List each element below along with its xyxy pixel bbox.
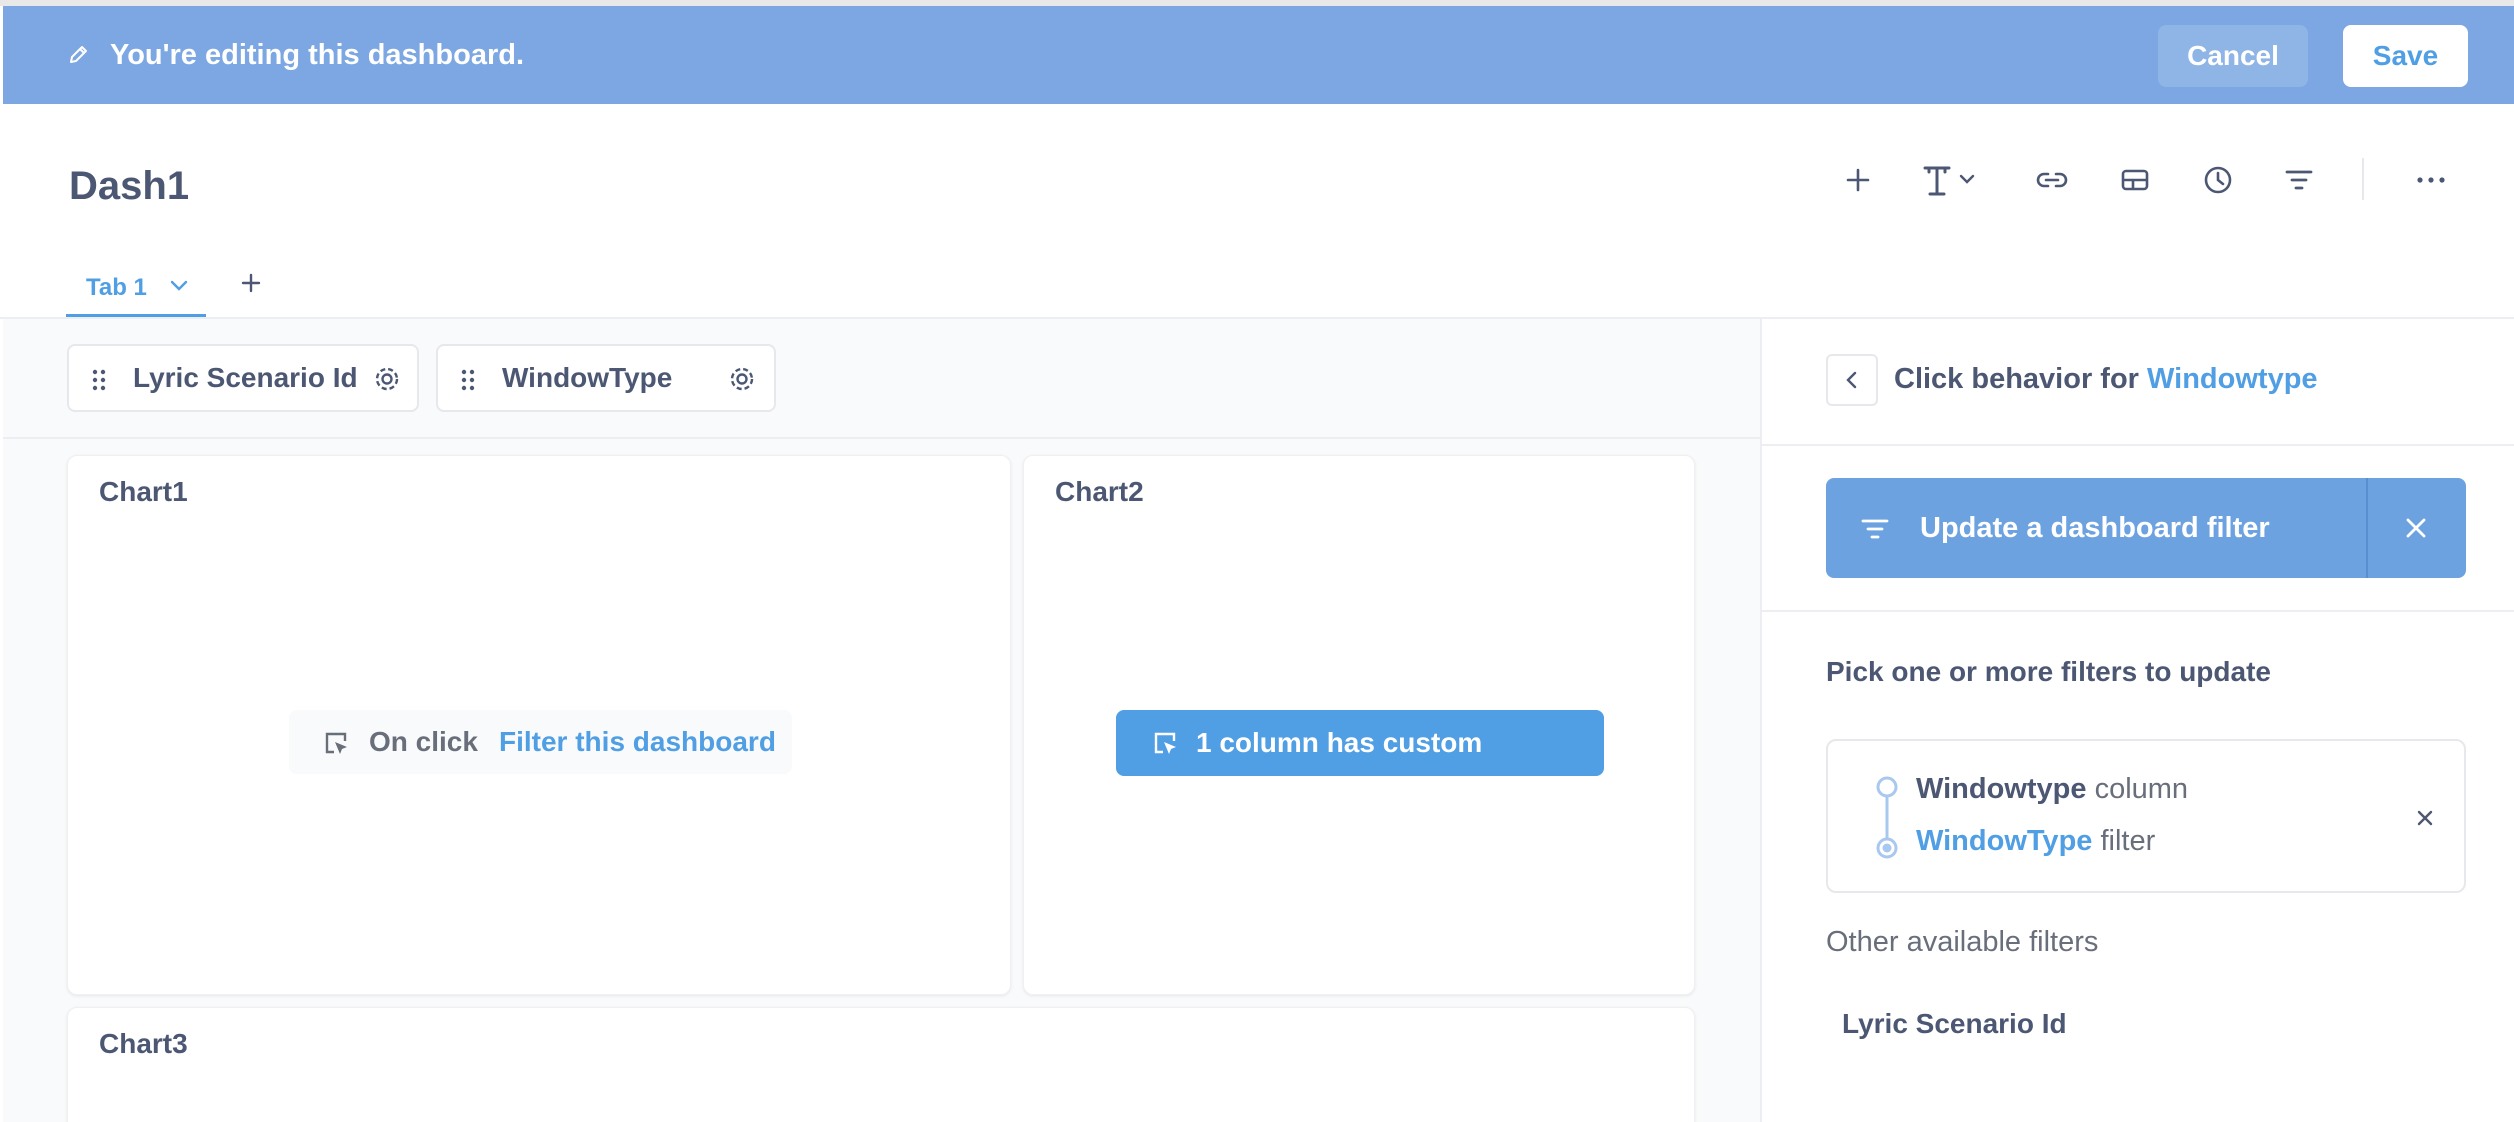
filter-mapping-card[interactable]: Windowtype column WindowType filter [1826, 739, 2466, 893]
filter-icon [1860, 516, 1890, 542]
text-icon[interactable] [1916, 158, 1992, 202]
custom-behavior-badge[interactable]: 1 column has custom behavior [1116, 710, 1604, 824]
custom-behavior-label: 1 column has custom behavior [1196, 727, 1483, 824]
cursor-click-icon [1152, 730, 1178, 756]
dashcard-chart1[interactable]: Chart1 On click Filter this dashboard [67, 455, 1011, 995]
add-tab-button[interactable] [236, 268, 266, 298]
filter-bar-divider [3, 437, 1760, 439]
mapping-connector-icon [1872, 775, 1902, 861]
gear-icon[interactable] [371, 363, 403, 395]
sidebar-divider [1762, 444, 2514, 446]
other-filters-heading: Other available filters [1826, 926, 2099, 958]
more-icon[interactable] [2409, 158, 2453, 202]
card-title: Chart1 [99, 476, 188, 507]
chevron-left-icon [1846, 371, 1857, 389]
filter-icon[interactable] [2277, 158, 2321, 202]
onclick-value: Filter this dashboard [499, 726, 776, 757]
toolbar-divider [2362, 158, 2364, 200]
clock-icon[interactable] [2196, 158, 2240, 202]
link-icon[interactable] [2030, 158, 2074, 202]
mapping-target: WindowType filter [1916, 825, 2155, 858]
filter-label: Lyric Scenario Id [133, 362, 358, 393]
card-title: Chart2 [1055, 476, 1144, 507]
section-icon[interactable] [2113, 158, 2157, 202]
mapping-source: Windowtype column [1916, 773, 2188, 806]
cancel-button[interactable]: Cancel [2158, 25, 2308, 87]
filter-label: WindowType [502, 362, 673, 393]
gear-icon[interactable] [726, 363, 758, 395]
sidebar-title: Click behavior for Windowtype [1894, 363, 2318, 396]
edit-mode-message: You're editing this dashboard. [110, 39, 525, 71]
dashboard-title[interactable]: Dash1 [69, 164, 189, 209]
plus-icon[interactable] [1836, 158, 1880, 202]
source-suffix: column [2086, 773, 2189, 805]
edit-mode-banner: You're editing this dashboard. Cancel Sa… [3, 6, 2514, 104]
action-label: Update a dashboard filter [1920, 512, 2270, 544]
onclick-label: On click [369, 726, 478, 757]
sidebar-title-column: Windowtype [2147, 363, 2318, 395]
filter-lyric-scenario-id[interactable]: Lyric Scenario Id [67, 344, 419, 412]
available-filter-item[interactable]: Lyric Scenario Id [1842, 1008, 2067, 1040]
target-filter-name: WindowType [1916, 825, 2093, 857]
drag-handle-icon[interactable] [460, 368, 476, 392]
chevron-down-icon[interactable] [168, 274, 190, 296]
action-divider [2366, 478, 2368, 578]
sidebar-divider [1762, 610, 2514, 612]
pencil-icon [67, 44, 89, 66]
dashcard-chart3[interactable]: Chart3 [67, 1007, 1695, 1122]
source-column-name: Windowtype [1916, 773, 2087, 805]
save-button[interactable]: Save [2343, 25, 2468, 87]
pick-filters-heading: Pick one or more filters to update [1826, 656, 2271, 687]
selected-action-button[interactable]: Update a dashboard filter [1826, 478, 2466, 578]
sidebar-title-prefix: Click behavior for [1894, 363, 2139, 395]
remove-mapping-icon[interactable] [2412, 805, 2438, 831]
dashcard-chart2[interactable]: Chart2 1 column has custom behavior [1023, 455, 1695, 995]
target-suffix: filter [2092, 825, 2156, 857]
back-button[interactable] [1826, 354, 1878, 406]
tab-1[interactable]: Tab 1 [66, 262, 206, 318]
card-title: Chart3 [99, 1028, 188, 1059]
close-icon[interactable] [2398, 510, 2434, 546]
cursor-click-icon [323, 730, 349, 756]
tab-label: Tab 1 [86, 274, 147, 301]
click-behavior-sidebar: Click behavior for Windowtype Update a d… [1760, 319, 2514, 1122]
drag-handle-icon[interactable] [91, 368, 107, 392]
filter-windowtype[interactable]: WindowType [436, 344, 776, 412]
click-behavior-summary[interactable]: On click Filter this dashboard [289, 710, 792, 774]
